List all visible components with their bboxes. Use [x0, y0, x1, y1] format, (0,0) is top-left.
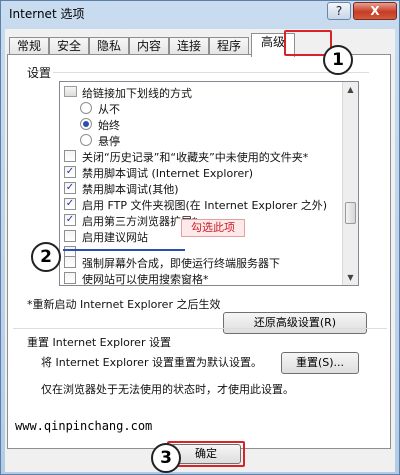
scroll-down-icon[interactable]: ▼	[345, 272, 356, 283]
list-item[interactable]: ✓ 启用 FTP 文件夹视图(在 Internet Explorer 之外)	[60, 196, 344, 212]
checkbox-checked[interactable]: ✓	[64, 198, 76, 210]
watermark-text: www.qinpinchang.com	[15, 419, 153, 433]
radio-always[interactable]	[80, 118, 92, 130]
checkbox-checked[interactable]: ✓	[64, 214, 76, 226]
close-button[interactable]: X	[353, 2, 397, 20]
list-item-label: 从不	[98, 103, 120, 116]
list-item-label: 关闭“历史记录”和“收藏夹”中未使用的文件夹*	[82, 151, 309, 164]
help-button[interactable]: ?	[327, 2, 351, 20]
checkbox-unchecked[interactable]	[64, 272, 76, 284]
list-item-label: 悬停	[98, 135, 120, 148]
list-item[interactable]: 使网站可以使用搜索窗格*	[60, 270, 344, 286]
checkbox-unchecked[interactable]	[64, 150, 76, 162]
internet-options-window: Internet 选项 ? X 常规 安全 隐私 内容 连接 程序 高级 1 设…	[0, 0, 400, 475]
reset-title: 重置 Internet Explorer 设置	[27, 336, 171, 349]
list-item[interactable]: ✓ 禁用脚本调试(其他)	[60, 180, 344, 196]
restore-advanced-button[interactable]: 还原高级设置(R)	[223, 312, 367, 334]
list-item[interactable]: 始终	[60, 116, 344, 132]
checkbox-checked[interactable]: ✓	[64, 166, 76, 178]
list-item-label: 启用建议网站	[82, 231, 148, 244]
list-item[interactable]: 悬停	[60, 132, 344, 148]
reset-divider	[13, 328, 387, 329]
callout-number-1: 1	[323, 45, 353, 75]
list-item-label: 使网站可以使用搜索窗格*	[82, 273, 209, 286]
title-bar: Internet 选项 ? X	[1, 1, 399, 25]
checkbox-unchecked[interactable]	[64, 256, 76, 268]
reset-warning: 仅在浏览器处于无法使用的状态时，才使用此设置。	[41, 383, 294, 396]
list-item: 给链接加下划线的方式	[60, 84, 344, 100]
settings-label: 设置	[27, 66, 52, 80]
checkbox-suggested-sites[interactable]	[64, 230, 76, 242]
callout-number-3: 3	[151, 443, 181, 473]
scroll-up-icon[interactable]: ▲	[345, 84, 356, 95]
scroll-thumb[interactable]	[345, 202, 356, 224]
list-item-label: 启用 FTP 文件夹视图(在 Internet Explorer 之外)	[82, 199, 328, 212]
list-item-label: 强制屏幕外合成，即使运行终端服务器下	[82, 257, 280, 270]
list-item[interactable]: 关闭“历史记录”和“收藏夹”中未使用的文件夹*	[60, 148, 344, 164]
settings-list[interactable]: 给链接加下划线的方式 从不 始终 悬停 关闭“历史记录”和“收藏夹”中未使用的文…	[59, 81, 359, 286]
checkbox-checked[interactable]: ✓	[64, 182, 76, 194]
settings-divider	[53, 72, 369, 73]
radio-never[interactable]	[80, 102, 92, 114]
list-item-label: 给链接加下划线的方式	[82, 87, 192, 100]
restart-note: *重新启动 Internet Explorer 之后生效	[27, 298, 221, 311]
list-item[interactable]: 强制屏幕外合成，即使运行终端服务器下	[60, 254, 344, 270]
hint-label: 勾选此项	[181, 219, 245, 237]
hint-underline	[63, 249, 185, 251]
folder-icon	[64, 86, 77, 97]
radio-hover[interactable]	[80, 134, 92, 146]
callout-number-2: 2	[31, 242, 61, 272]
list-item-label: 禁用脚本调试(其他)	[82, 183, 179, 196]
list-item[interactable]: 从不	[60, 100, 344, 116]
list-scrollbar[interactable]: ▲ ▼	[342, 82, 358, 285]
list-item-label: 禁用脚本调试 (Internet Explorer)	[82, 167, 254, 180]
reset-description: 将 Internet Explorer 设置重置为默认设置。	[41, 356, 262, 369]
list-item[interactable]: ✓ 禁用脚本调试 (Internet Explorer)	[60, 164, 344, 180]
reset-button[interactable]: 重置(S)...	[281, 352, 359, 374]
list-item-label: 始终	[98, 119, 120, 132]
window-title: Internet 选项	[9, 7, 85, 21]
